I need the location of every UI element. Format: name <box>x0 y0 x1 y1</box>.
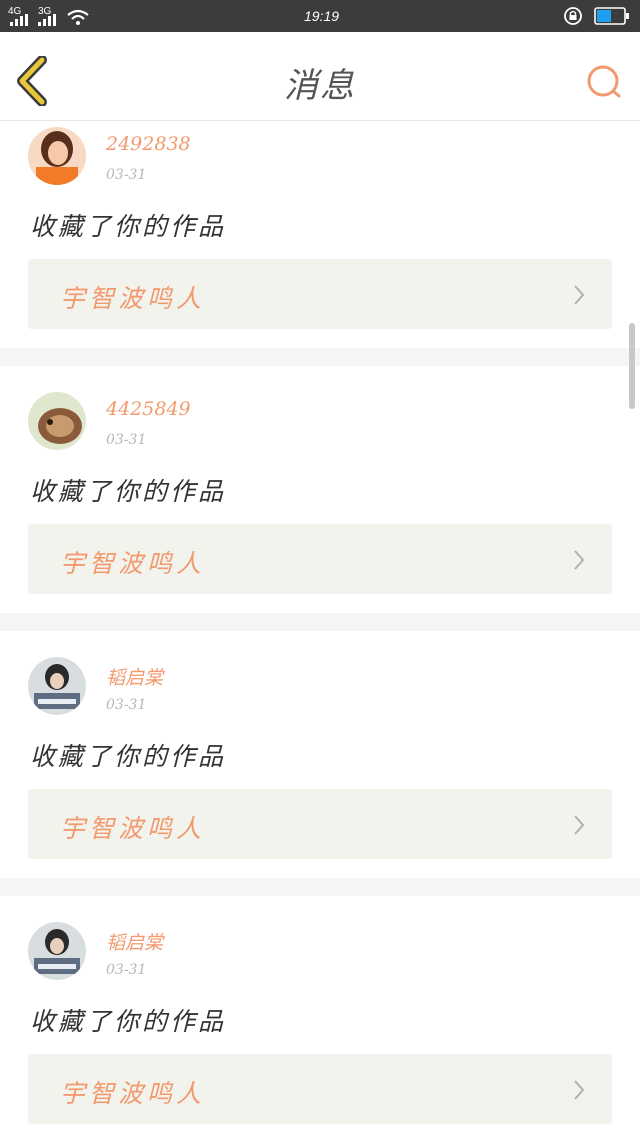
search-button[interactable] <box>584 62 624 102</box>
work-title: 宇智波鸣人 <box>60 549 206 578</box>
rotation-lock-icon <box>564 7 582 25</box>
timestamp: 03-31 <box>106 962 147 978</box>
username[interactable]: 2492838 <box>106 133 191 155</box>
avatar[interactable] <box>28 657 86 715</box>
timestamp: 03-31 <box>106 167 147 183</box>
chevron-right-icon <box>574 1080 585 1100</box>
username[interactable]: 4425849 <box>106 398 191 420</box>
signal-icon <box>38 14 56 26</box>
timestamp: 03-31 <box>106 697 147 713</box>
message-item: 2492838 03-31 收藏了你的作品 宇智波鸣人 <box>0 121 640 350</box>
avatar[interactable] <box>28 127 86 185</box>
clock: 19:19 <box>304 8 340 24</box>
search-icon <box>587 65 621 98</box>
divider <box>0 878 640 896</box>
message-item: 4425849 03-31 收藏了你的作品 宇智波鸣人 <box>0 366 640 595</box>
divider <box>0 613 640 631</box>
username[interactable]: 韬启棠 <box>106 663 163 690</box>
battery-icon <box>594 7 629 25</box>
work-title: 宇智波鸣人 <box>60 814 206 843</box>
chevron-right-icon <box>574 815 585 835</box>
work-link[interactable]: 宇智波鸣人 <box>28 524 612 594</box>
action-text: 收藏了你的作品 <box>30 1007 227 1036</box>
divider <box>0 348 640 366</box>
action-text: 收藏了你的作品 <box>30 477 227 506</box>
timestamp: 03-31 <box>106 432 147 448</box>
work-title: 宇智波鸣人 <box>60 284 206 313</box>
chevron-right-icon <box>574 285 585 305</box>
wifi-icon <box>67 9 89 25</box>
action-text: 收藏了你的作品 <box>30 212 227 241</box>
page-title: 消息 <box>284 66 356 106</box>
message-list[interactable]: 2492838 03-31 收藏了你的作品 宇智波鸣人 4425849 03-3… <box>0 121 640 1138</box>
status-bar: 4G 3G 19:19 <box>0 0 640 32</box>
message-item: 韬启棠 03-31 收藏了你的作品 宇智波鸣人 <box>0 631 640 860</box>
action-text: 收藏了你的作品 <box>30 742 227 771</box>
username[interactable]: 韬启棠 <box>106 928 163 955</box>
work-link[interactable]: 宇智波鸣人 <box>28 1054 612 1124</box>
scrollbar[interactable] <box>629 323 635 409</box>
work-link[interactable]: 宇智波鸣人 <box>28 789 612 859</box>
work-title: 宇智波鸣人 <box>60 1079 206 1108</box>
avatar[interactable] <box>28 392 86 450</box>
signal-icon <box>10 14 28 26</box>
chevron-right-icon <box>574 550 585 570</box>
work-link[interactable]: 宇智波鸣人 <box>28 259 612 329</box>
app-header: 消息 <box>0 32 640 121</box>
message-item: 韬启棠 03-31 收藏了你的作品 宇智波鸣人 <box>0 896 640 1125</box>
avatar[interactable] <box>28 922 86 980</box>
